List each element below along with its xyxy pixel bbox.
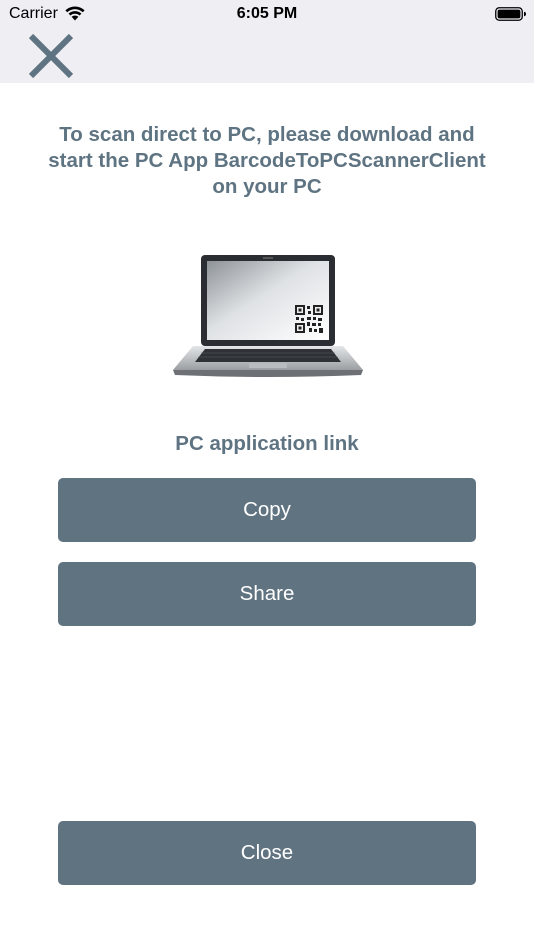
instructions-text: To scan direct to PC, please download an… bbox=[48, 123, 486, 198]
close-x-icon[interactable] bbox=[25, 31, 77, 81]
pc-app-link-label: PC application link bbox=[175, 432, 359, 455]
status-bar: Carrier 6:05 PM bbox=[0, 0, 534, 28]
laptop-qr-illustration bbox=[173, 255, 363, 377]
navigation-bar bbox=[0, 28, 534, 83]
battery-icon bbox=[495, 7, 526, 21]
status-time: 6:05 PM bbox=[236, 5, 298, 22]
share-button[interactable]: Share bbox=[58, 562, 476, 626]
copy-button[interactable]: Copy bbox=[58, 478, 476, 542]
close-button[interactable]: Close bbox=[58, 821, 476, 885]
